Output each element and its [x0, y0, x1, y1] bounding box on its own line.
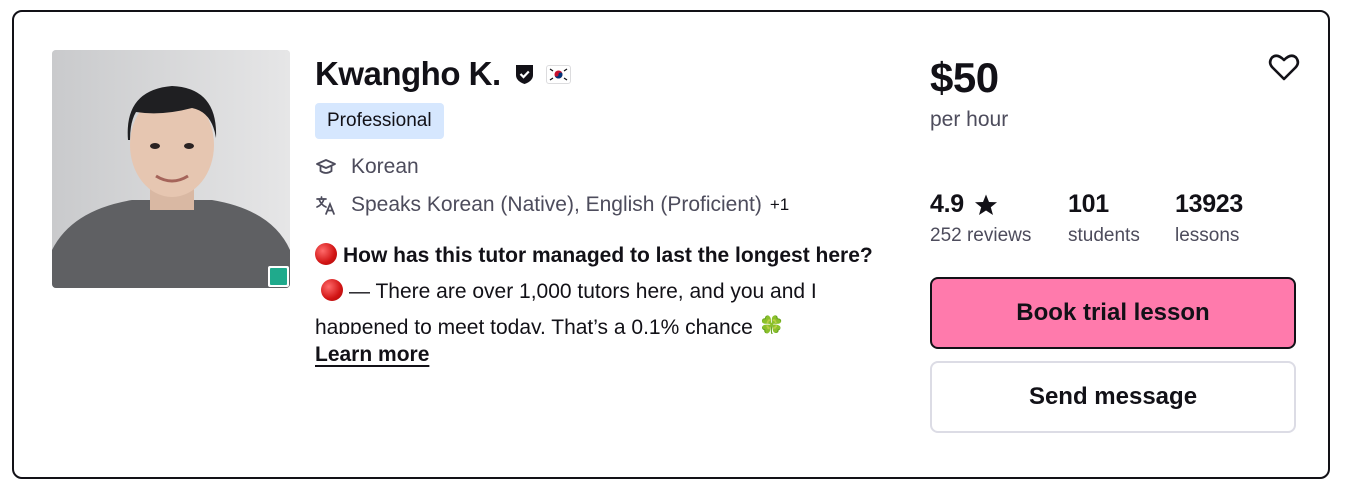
south-korea-flag-icon: [545, 64, 571, 84]
translate-icon: [316, 196, 335, 215]
tutor-photo[interactable]: [52, 50, 290, 288]
shield-check-icon: [515, 65, 533, 84]
languages-more[interactable]: +1: [770, 195, 789, 215]
lessons-stat: 13923 lessons: [1175, 190, 1243, 247]
professional-badge: Professional: [315, 103, 444, 139]
lessons-value: 13923: [1175, 190, 1244, 218]
subject-label: Korean: [351, 155, 419, 178]
send-message-button[interactable]: Send message: [930, 361, 1296, 433]
learn-more-link[interactable]: Learn more: [315, 343, 429, 367]
book-trial-lesson-button[interactable]: Book trial lesson: [930, 277, 1296, 349]
students-stat: 101 students: [1068, 190, 1140, 247]
lessons-label: lessons: [1175, 225, 1240, 246]
graduation-cap-icon: [316, 159, 336, 174]
online-status-indicator: [268, 266, 289, 287]
languages-label: Speaks Korean (Native), English (Profici…: [351, 193, 762, 216]
students-label: students: [1068, 225, 1140, 246]
description-body: — There are over 1,000 tutors here, and …: [315, 280, 817, 334]
subject-row: Korean: [315, 155, 419, 179]
red-circle-icon: [315, 243, 337, 265]
tutor-name-row: Kwangho K.: [315, 55, 571, 93]
languages-row: Speaks Korean (Native), English (Profici…: [315, 193, 789, 217]
price: $50: [930, 54, 999, 101]
reviews-count: 252 reviews: [930, 225, 1032, 246]
description-headline: How has this tutor managed to last the l…: [343, 244, 873, 267]
rating-value: 4.9: [930, 190, 964, 218]
rating-stat[interactable]: 4.9 252 reviews: [930, 190, 1031, 247]
tutor-name[interactable]: Kwangho K.: [315, 55, 501, 93]
price-unit: per hour: [930, 108, 1009, 131]
heart-outline-icon[interactable]: [1268, 52, 1300, 82]
four-leaf-clover-icon: 🍀: [758, 316, 785, 334]
students-value: 101: [1068, 190, 1109, 218]
red-circle-icon: [321, 279, 343, 301]
star-icon: [974, 194, 997, 215]
tutor-description: How has this tutor managed to last the l…: [315, 238, 905, 334]
